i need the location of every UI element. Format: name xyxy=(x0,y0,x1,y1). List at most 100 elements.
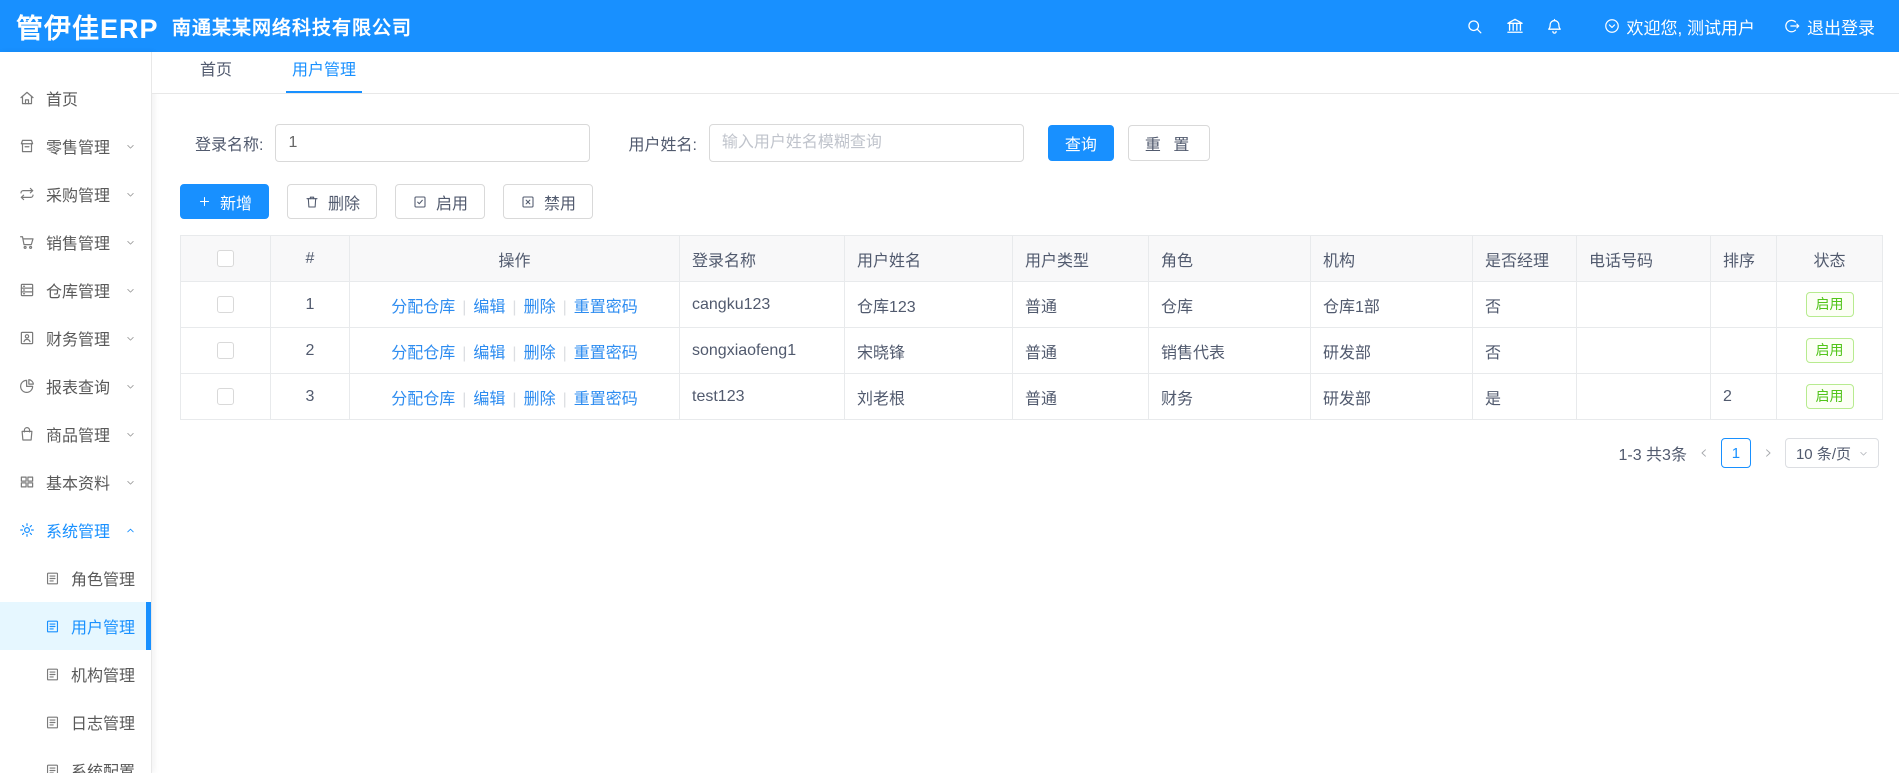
cell-index: 2 xyxy=(270,327,350,374)
doc-icon xyxy=(44,618,61,635)
prev-page-button[interactable] xyxy=(1697,446,1711,460)
edit-link[interactable]: 编辑 xyxy=(473,391,505,408)
sidebar-item-finance[interactable]: 财务管理 xyxy=(0,314,151,362)
sidebar-subitem[interactable]: 机构管理 xyxy=(0,650,151,698)
chevron-icon xyxy=(124,428,137,441)
row-checkbox[interactable] xyxy=(217,295,234,313)
cell-sort xyxy=(1710,327,1777,374)
doc-icon xyxy=(44,762,61,773)
reset-password-link[interactable]: 重置密码 xyxy=(574,391,638,408)
sidebar-item-retail[interactable]: 零售管理 xyxy=(0,122,151,170)
sidebar-item-purchase[interactable]: 采购管理 xyxy=(0,170,151,218)
assign-warehouse-link[interactable]: 分配仓库 xyxy=(391,391,455,408)
status-badge: 启用 xyxy=(1805,338,1854,363)
column-header: 状态 xyxy=(1776,235,1883,282)
sidebar-subitem[interactable]: 系统配置 xyxy=(0,746,151,773)
sidebar-item-icon xyxy=(18,473,36,491)
logout-label: 退出登录 xyxy=(1807,18,1875,38)
cell-role: 仓库 xyxy=(1148,281,1311,328)
sidebar-item-system[interactable]: 系统管理 xyxy=(0,506,151,554)
delete-button[interactable]: 删除 xyxy=(287,184,378,219)
notification-bell-icon[interactable] xyxy=(1535,6,1575,46)
cell-user-name: 仓库123 xyxy=(844,281,1013,328)
row-checkbox[interactable] xyxy=(217,387,234,405)
chevron-icon xyxy=(124,332,137,345)
delete-link[interactable]: 删除 xyxy=(524,345,556,362)
column-header: 排序 xyxy=(1710,235,1777,282)
action-separator: | xyxy=(562,390,567,408)
sidebar-item-icon xyxy=(18,233,36,251)
column-header: 用户姓名 xyxy=(844,235,1013,282)
table-header-row: # 操作 登录名称 用户姓名 用户类型 角色 机构 是否经理 电话号码 排序 状态 xyxy=(180,235,1883,282)
assign-warehouse-link[interactable]: 分配仓库 xyxy=(391,299,455,316)
x-square-icon xyxy=(520,194,536,210)
tenant-icon[interactable] xyxy=(1495,6,1535,46)
disable-button[interactable]: 禁用 xyxy=(503,184,594,219)
sidebar-subitem[interactable]: 用户管理 xyxy=(0,602,151,650)
add-button[interactable]: 新增 xyxy=(180,184,270,219)
company-name: 南通某某网络科技有限公司 xyxy=(172,17,413,39)
sidebar-item-basic[interactable]: 基本资料 xyxy=(0,458,151,506)
action-separator: | xyxy=(462,344,467,362)
delete-link[interactable]: 删除 xyxy=(524,299,556,316)
sidebar-subitem[interactable]: 日志管理 xyxy=(0,698,151,746)
select-all-checkbox[interactable] xyxy=(217,249,234,267)
sidebar-subitem-label: 用户管理 xyxy=(71,620,136,637)
column-header: 角色 xyxy=(1148,235,1311,282)
page-number-1[interactable]: 1 xyxy=(1720,438,1751,468)
plus-icon xyxy=(197,194,212,209)
cell-role: 销售代表 xyxy=(1148,327,1311,374)
sidebar-item-label: 采购管理 xyxy=(46,188,111,205)
edit-link[interactable]: 编辑 xyxy=(473,345,505,362)
action-separator: | xyxy=(512,344,517,362)
chevron-icon xyxy=(124,140,137,153)
sidebar-subitem-label: 日志管理 xyxy=(71,716,136,733)
sidebar-item-report[interactable]: 报表查询 xyxy=(0,362,151,410)
cell-org: 研发部 xyxy=(1310,327,1473,374)
table-row: 3 分配仓库 | 编辑 | 删除 | 重置密码 test123 刘老根 普通 财务 研发部 … xyxy=(180,373,1883,420)
row-checkbox[interactable] xyxy=(217,341,234,359)
page-size-select[interactable]: 10 条/页 xyxy=(1784,438,1879,468)
column-header: 是否经理 xyxy=(1472,235,1577,282)
sidebar-item-icon xyxy=(18,281,36,299)
cell-role: 财务 xyxy=(1148,373,1311,420)
edit-link[interactable]: 编辑 xyxy=(473,299,505,316)
tab[interactable]: 用户管理 xyxy=(286,46,363,93)
reset-button-label: 重 置 xyxy=(1144,137,1194,154)
user-name-input[interactable] xyxy=(708,124,1024,162)
tab[interactable]: 首页 xyxy=(194,46,238,93)
check-square-icon xyxy=(412,194,428,210)
delete-link[interactable]: 删除 xyxy=(524,391,556,408)
enable-button[interactable]: 启用 xyxy=(395,184,486,219)
cell-org: 研发部 xyxy=(1310,373,1473,420)
search-button[interactable]: 查询 xyxy=(1047,125,1114,161)
user-menu[interactable]: 欢迎您, 测试用户 xyxy=(1603,14,1755,39)
cell-phone xyxy=(1576,373,1711,420)
sidebar-nav: 首页 零售管理 采购管理 销售管理 仓库管理 财务管理 报表查询 商品管理 基本… xyxy=(0,52,152,773)
tab-strip: 首页 用户管理 xyxy=(152,52,1899,94)
user-table: # 操作 登录名称 用户姓名 用户类型 角色 机构 是否经理 电话号码 排序 状态 1 分配仓库 | 编… xyxy=(180,235,1883,420)
cell-is-manager: 否 xyxy=(1472,281,1577,328)
logout-button[interactable]: 退出登录 xyxy=(1783,14,1875,39)
cell-user-name: 刘老根 xyxy=(844,373,1013,420)
next-page-button[interactable] xyxy=(1761,446,1775,460)
cell-actions: 分配仓库 | 编辑 | 删除 | 重置密码 xyxy=(349,281,680,328)
search-icon[interactable] xyxy=(1455,6,1495,46)
sidebar-item-warehouse[interactable]: 仓库管理 xyxy=(0,266,151,314)
reset-password-link[interactable]: 重置密码 xyxy=(574,345,638,362)
reset-button[interactable]: 重 置 xyxy=(1127,125,1211,161)
doc-icon xyxy=(44,570,61,587)
login-name-input[interactable] xyxy=(275,124,591,162)
sidebar-item-sales[interactable]: 销售管理 xyxy=(0,218,151,266)
reset-password-link[interactable]: 重置密码 xyxy=(574,299,638,316)
welcome-text: 欢迎您, 测试用户 xyxy=(1626,18,1755,38)
sidebar-item-goods[interactable]: 商品管理 xyxy=(0,410,151,458)
action-separator: | xyxy=(512,390,517,408)
sidebar-item-home[interactable]: 首页 xyxy=(0,74,151,122)
sidebar-item-icon xyxy=(18,185,36,203)
user-name-label: 用户姓名: xyxy=(628,137,697,154)
action-separator: | xyxy=(562,298,567,316)
search-button-label: 查询 xyxy=(1064,137,1097,154)
sidebar-subitem[interactable]: 角色管理 xyxy=(0,554,151,602)
assign-warehouse-link[interactable]: 分配仓库 xyxy=(391,345,455,362)
